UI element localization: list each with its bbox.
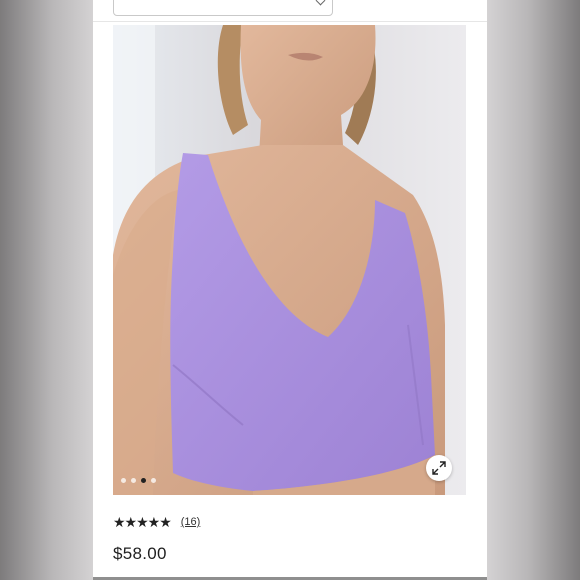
chevron-down-icon [315,0,326,6]
rating-stars: ★★★★★ [113,514,172,530]
product-photo [113,25,466,495]
product-card: ★★★★★ (16) $58.00 [93,0,487,580]
select-dropdown[interactable] [113,0,333,16]
review-count-link[interactable]: (16) [181,514,201,530]
product-price: $58.00 [113,544,167,563]
expand-image-button[interactable] [426,455,452,481]
carousel-dot[interactable] [121,478,126,483]
divider [93,21,487,22]
carousel-dot[interactable] [131,478,136,483]
expand-arrows-icon [432,461,446,475]
product-image[interactable] [113,25,466,495]
rating-row: ★★★★★ (16) [113,514,200,530]
carousel-dot[interactable] [151,478,156,483]
carousel-dots [121,478,156,483]
carousel-dot-active[interactable] [141,478,146,483]
